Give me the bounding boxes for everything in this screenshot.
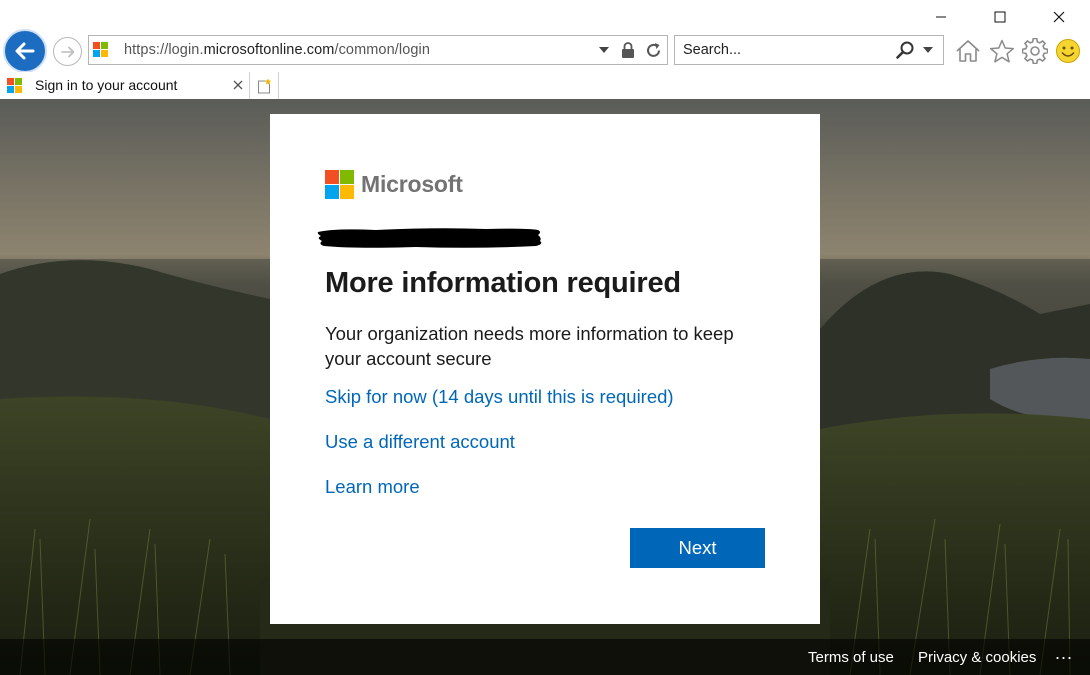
star-icon: [989, 39, 1015, 63]
use-different-account-link[interactable]: Use a different account: [325, 431, 515, 453]
search-icon: [896, 41, 914, 59]
url-domain: microsoftonline.com: [203, 42, 335, 58]
minimize-icon: [936, 16, 946, 18]
home-icon: [956, 40, 980, 62]
learn-more-link[interactable]: Learn more: [325, 476, 420, 498]
tab-close-button[interactable]: [229, 75, 247, 95]
tab-title: Sign in to your account: [35, 77, 178, 93]
dropdown-arrow-icon: [599, 47, 609, 53]
home-button[interactable]: [953, 36, 983, 66]
search-box[interactable]: Search...: [674, 35, 944, 65]
address-dropdown-button[interactable]: [595, 36, 613, 64]
address-bar[interactable]: https://login.microsoftonline.com/common…: [88, 35, 668, 65]
sign-in-card: Microsoft More information required Your…: [270, 114, 820, 624]
navigation-bar: https://login.microsoftonline.com/common…: [0, 28, 1090, 73]
refresh-button[interactable]: [642, 36, 664, 64]
feedback-button[interactable]: [1053, 36, 1083, 66]
skip-for-now-link[interactable]: Skip for now (14 days until this is requ…: [325, 386, 674, 408]
favorites-button[interactable]: [987, 36, 1017, 66]
lock-icon[interactable]: [618, 36, 638, 64]
redacted-account-name: [317, 228, 542, 248]
gear-icon: [1022, 38, 1048, 64]
search-button[interactable]: [893, 36, 917, 64]
brand-name: Microsoft: [361, 171, 463, 197]
close-icon: [1053, 11, 1065, 23]
close-window-button[interactable]: [1036, 4, 1082, 30]
microsoft-logo-icon: [325, 170, 354, 199]
url-text[interactable]: https://login.microsoftonline.com/common…: [124, 42, 430, 58]
privacy-cookies-link[interactable]: Privacy & cookies: [918, 649, 1036, 666]
search-dropdown-button[interactable]: [919, 36, 937, 64]
page-footer: Terms of use Privacy & cookies ...: [0, 639, 1090, 675]
description-text: Your organization needs more information…: [325, 323, 734, 369]
new-tab-button[interactable]: [251, 72, 279, 99]
next-button[interactable]: Next: [630, 528, 765, 568]
tab-sign-in[interactable]: Sign in to your account: [0, 72, 250, 99]
tab-strip: Sign in to your account: [0, 72, 1090, 99]
more-options-button[interactable]: ...: [1055, 643, 1073, 664]
microsoft-logo: Microsoft: [325, 170, 463, 199]
maximize-icon: [994, 11, 1006, 23]
forward-button[interactable]: [53, 37, 82, 66]
refresh-icon: [646, 42, 660, 57]
close-icon: [233, 80, 243, 90]
site-favicon-icon: [93, 42, 108, 57]
page-title: More information required: [325, 267, 681, 299]
maximize-button[interactable]: [977, 4, 1023, 30]
smiley-icon: [1056, 39, 1080, 63]
terms-of-use-link[interactable]: Terms of use: [808, 649, 894, 666]
forward-arrow-icon: [60, 46, 74, 57]
search-placeholder: Search...: [683, 42, 742, 58]
new-tab-icon: [258, 78, 272, 93]
minimize-button[interactable]: [918, 4, 964, 30]
back-arrow-icon: [15, 42, 35, 60]
back-button[interactable]: [3, 29, 47, 73]
tab-favicon-icon: [7, 78, 22, 93]
url-prefix: https://login.: [124, 42, 204, 58]
url-path: /common/login: [334, 42, 431, 58]
settings-button[interactable]: [1020, 36, 1050, 66]
dropdown-arrow-icon: [923, 47, 933, 53]
page-content: Microsoft More information required Your…: [0, 99, 1090, 675]
